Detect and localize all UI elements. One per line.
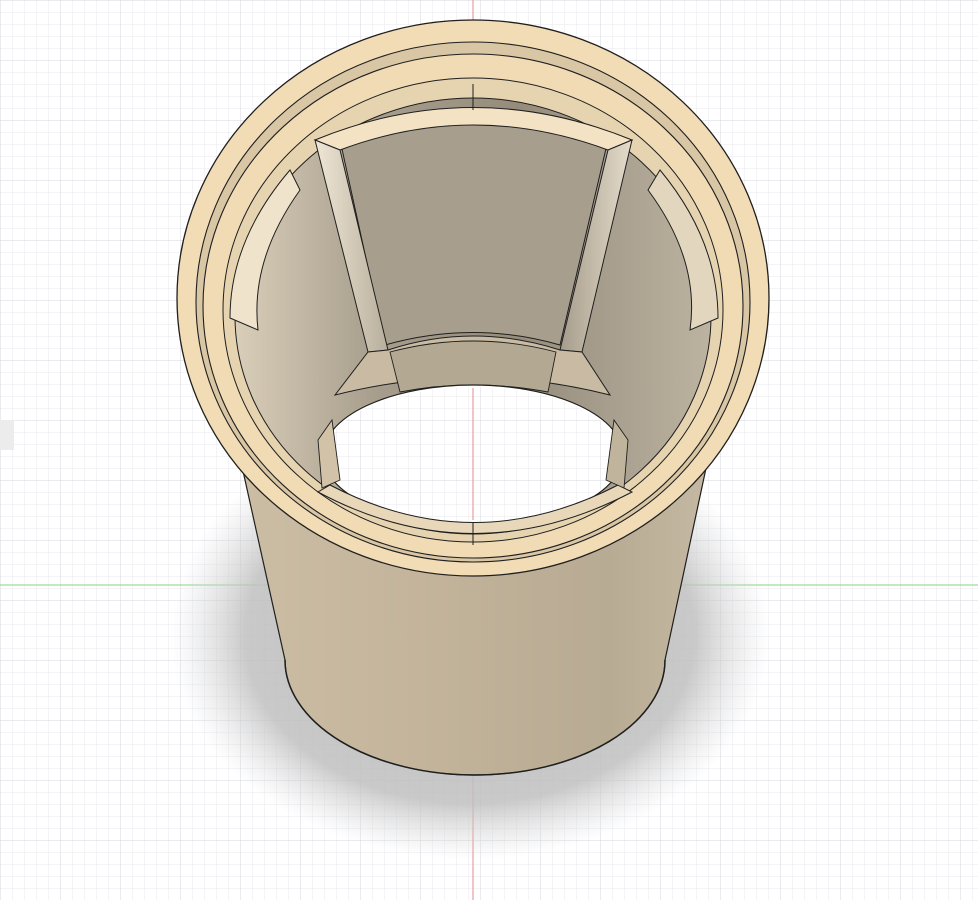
3d-viewport[interactable] xyxy=(0,0,978,900)
interior-back-wall xyxy=(339,119,609,346)
interior-floor-step xyxy=(389,340,557,393)
viewport-canvas[interactable] xyxy=(0,0,978,900)
side-panel-tab[interactable] xyxy=(0,420,14,450)
